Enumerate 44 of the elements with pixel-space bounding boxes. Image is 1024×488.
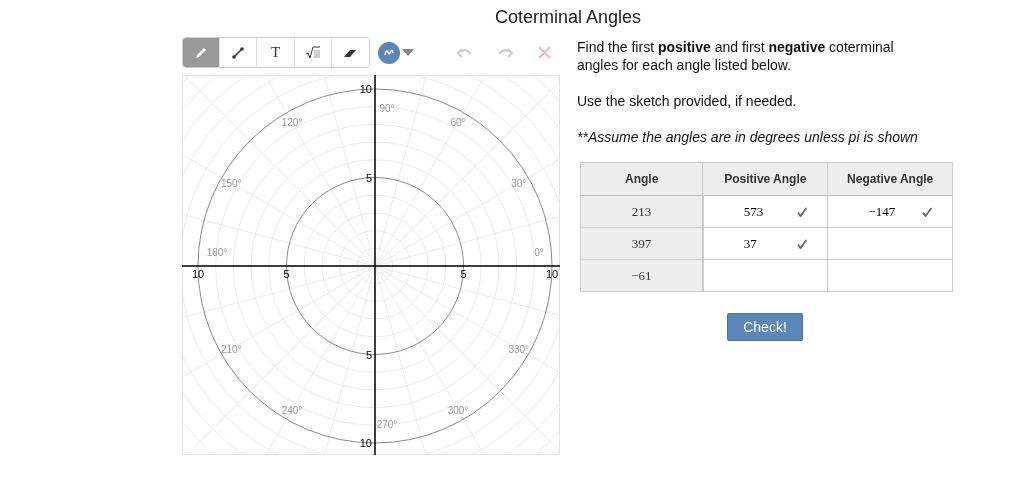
polar-sketch-area[interactable]: 10 5 5 10 10 5 5 10 0° 30° 60° 90° 120° 150° 180° 210° 240° 270° 300° 330°: [182, 75, 560, 455]
angle-label: 270°: [376, 419, 398, 430]
angle-label: 210°: [220, 344, 242, 355]
answer-field[interactable]: [827, 259, 953, 292]
column-header: Positive Angle: [702, 162, 828, 196]
angle-label: 90°: [379, 103, 395, 114]
angle-label: 180°: [206, 247, 228, 258]
squiggle-color-icon: [378, 41, 400, 64]
answer-field[interactable]: 37: [702, 227, 828, 260]
axis-label: 5: [365, 348, 372, 361]
answer-field[interactable]: −147: [827, 195, 953, 228]
angle-label: 150°: [220, 178, 242, 189]
angle-label: 30°: [511, 178, 527, 189]
answer-field[interactable]: [827, 227, 953, 260]
angle-cell: −61: [580, 259, 703, 292]
axis-label: 10: [359, 83, 372, 95]
angle-cell: 213: [580, 195, 703, 228]
angle-label: 0°: [534, 247, 544, 258]
angle-label: 60°: [450, 117, 466, 129]
angle-cell: 397: [580, 227, 703, 260]
angle-label: 330°: [508, 344, 530, 355]
angle-label: 300°: [447, 404, 469, 416]
column-header: Angle: [580, 162, 703, 196]
instruction-text: Use the sketch provided, if needed.: [577, 92, 798, 110]
axis-label: 10: [359, 437, 372, 449]
angle-label: 240°: [281, 404, 303, 416]
close-icon: [536, 44, 554, 61]
axis-label: 5: [460, 268, 467, 280]
axis-label: 5: [283, 268, 290, 280]
color-picker-button[interactable]: [378, 41, 414, 64]
axis-label: 10: [191, 268, 205, 280]
square-root-icon: [304, 44, 321, 61]
caret-icon: [402, 49, 414, 56]
axis-label: 10: [545, 268, 559, 280]
column-header: Negative Angle: [827, 162, 953, 196]
axis-label: 5: [365, 171, 372, 184]
check-button[interactable]: Check!: [727, 313, 803, 341]
page-title: Coterminal Angles: [494, 6, 642, 29]
angle-label: 120°: [281, 117, 303, 129]
instruction-text: **Assume the angles are in degrees unless pi is shown: [577, 128, 919, 146]
instruction-text: Find the first positive and first negative coterminal angles for each angle listed below.: [577, 38, 895, 74]
answer-field[interactable]: 573: [702, 195, 828, 228]
line-segment-icon: [230, 44, 247, 61]
answer-field[interactable]: [702, 259, 828, 292]
